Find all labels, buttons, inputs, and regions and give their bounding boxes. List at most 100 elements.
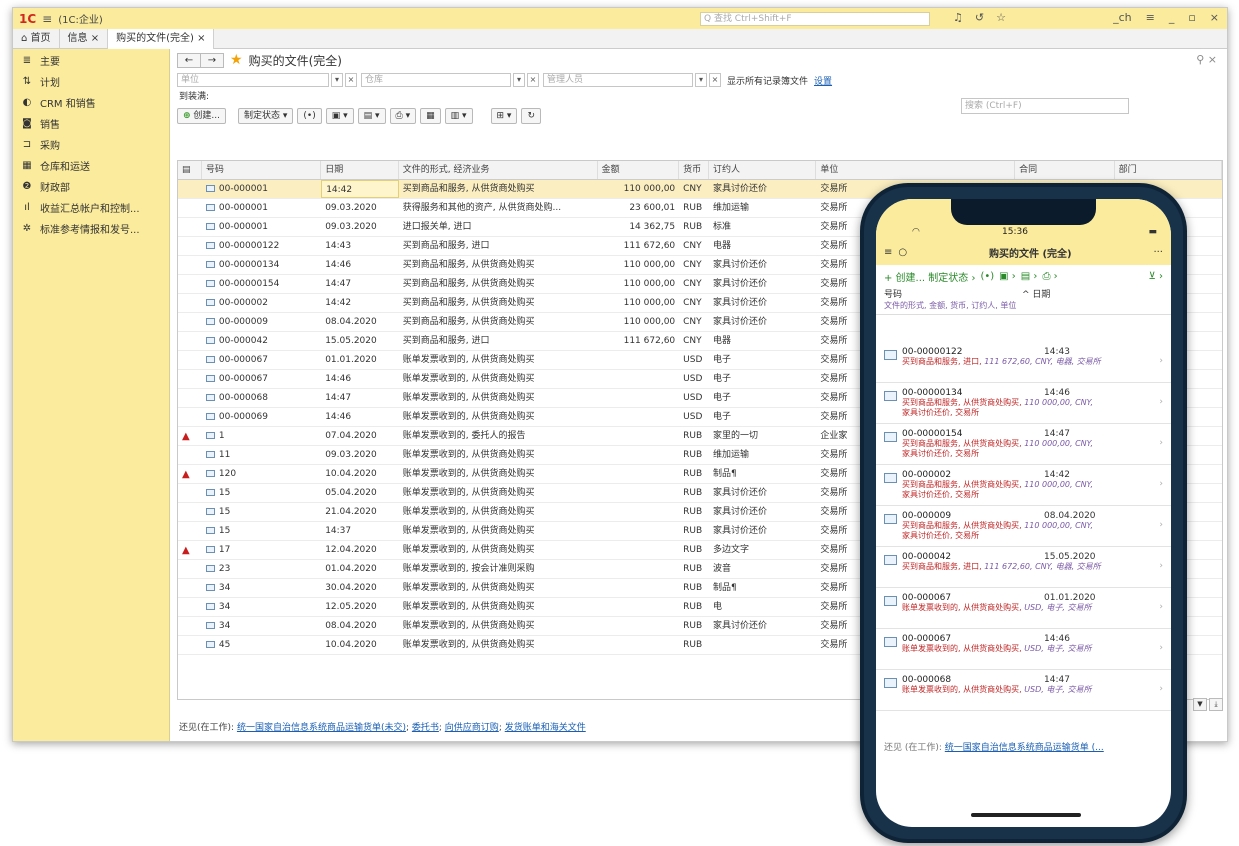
sidebar-item[interactable]: ✲ 标准参考情报和发号... [13,218,169,238]
sidebar-item[interactable]: ⊐ 采购 [13,134,169,154]
phone-see-also: 还见 (在工作): 统一国家自治信息系统商品运输货单 (... [884,740,1104,753]
phone-list-item[interactable]: 00-00000122 14:43 买到商品和服务, 进口, 111 672,60,… [876,342,1171,383]
phone-filter-icon[interactable]: ⊻ › [1149,271,1164,282]
sidebar: ≣ 主要 ⇅ 计划 ◐ CRM 和销售 ◙ 销售 ⊐ 采购 ▦ 仓库和运送 ❷ 财政部 ıl 收益汇总帐户和控… [13,49,170,741]
print-button[interactable]: ⎙ ▾ [389,108,417,124]
column-header[interactable]: 合同 [1015,161,1115,179]
sidebar-item-label: 仓库和运送 [40,161,90,173]
based-on-button[interactable]: ▣ ▾ [325,108,354,124]
phone-broadcast-icon[interactable]: (•) [980,271,994,282]
phone-search-icon[interactable]: ○ [898,247,907,258]
minimize-icon[interactable]: _ [1169,11,1175,24]
phone-doc-icon[interactable]: ▣ › [999,271,1016,282]
phone-menu-icon[interactable]: ≡ [884,247,892,258]
manager-dropdown-icon[interactable]: ▾ [695,73,707,87]
unit-filter[interactable]: 单位 [177,73,329,87]
tab-info[interactable]: 信息 × [60,28,109,49]
manager-filter[interactable]: 管理人员 [543,73,693,87]
sidebar-item[interactable]: ◐ CRM 和销售 [13,92,169,112]
forward-button[interactable]: → [200,52,224,68]
column-header[interactable]: 号码 [202,161,322,179]
phone-more-icon[interactable]: ··· [1153,247,1163,258]
phone-list-item[interactable]: 00-000068 14:47 账单发票收到的, 从供货商处购买, USD, 电子,… [876,670,1171,711]
maximize-icon[interactable]: ▫ [1188,11,1195,24]
supplier-order-link[interactable]: 向供应商订购 [445,723,499,733]
cell-form: 买到商品和服务, 从供货商处购买 [402,184,535,194]
tab-purchase-docs[interactable]: 购买的文件(完全) × [108,28,215,49]
sidebar-item[interactable]: ⇅ 计划 [13,71,169,91]
back-button[interactable]: ← [177,52,201,68]
cell-party: 家里的一切 [712,431,758,441]
document-icon [205,641,215,648]
home-indicator[interactable] [971,813,1081,817]
cell-currency: RUB [683,450,703,460]
phone-report-icon[interactable]: ▤ › [1021,271,1038,282]
phone-item-number: 00-000068 [902,675,952,685]
unit-clear-icon[interactable]: × [345,73,357,87]
cell-currency: CNY [683,298,702,308]
column-header[interactable]: 货币 [679,161,709,179]
invoice-customs-link[interactable]: 发货账单和海关文件 [505,723,586,733]
menu-icon[interactable]: ≡ [42,12,52,26]
refresh-button[interactable]: ↻ [521,108,541,124]
phone-list-item[interactable]: 00-00000134 14:46 买到商品和服务, 从供货商处购买, 110 00… [876,383,1171,424]
manager-clear-icon[interactable]: × [709,73,721,87]
phone-list-item[interactable]: 00-00000154 14:47 买到商品和服务, 从供货商处购买, 110 00… [876,424,1171,465]
status-button[interactable]: 制定状态 ▾ [238,108,294,124]
settings-icon[interactable]: ≡ [1146,11,1155,24]
report-button[interactable]: ▤ ▾ [357,108,386,124]
warehouse-clear-icon[interactable]: × [527,73,539,87]
document-icon [205,489,215,496]
column-header[interactable]: 金额 [598,161,680,179]
phone-list-item[interactable]: 00-000067 14:46 账单发票收到的, 从供货商处购买, USD, 电子,… [876,629,1171,670]
phone-list-item[interactable]: 00-000009 08.04.2020 买到商品和服务, 从供货商处购买, 110… [876,506,1171,547]
doc-button[interactable]: ▦ [420,108,441,124]
column-header[interactable]: 日期 [321,161,399,179]
ttn-link[interactable]: 统一国家自治信息系统商品运输货单(未交) [237,723,406,733]
phone-ttn-link[interactable]: 统一国家自治信息系统商品运输货单 (... [945,743,1104,753]
phone-create-button[interactable]: + 创建... 制定状态 › [884,269,975,284]
star-icon[interactable]: ☆ [996,11,1006,24]
close-icon[interactable]: × [1210,11,1219,24]
sidebar-item[interactable]: ≣ 主要 [13,50,169,70]
bell-icon[interactable]: ♫ [953,11,963,24]
create-button[interactable]: ⊕ 创建... [177,108,227,124]
unit-dropdown-icon[interactable]: ▾ [331,73,343,87]
tab-home[interactable]: ⌂ 首页 [13,28,60,49]
cell-form: 账单发票收到的, 从供货商处购买 [402,621,535,631]
sidebar-item[interactable]: ▦ 仓库和运送 [13,155,169,175]
broadcast-button[interactable]: (•) [297,108,322,124]
scroll-end-icon[interactable]: ⤓ [1209,698,1223,711]
column-header[interactable]: 单位 [816,161,1016,179]
power-of-attorney-link[interactable]: 委托书 [412,723,439,733]
sidebar-item[interactable]: ◙ 销售 [13,113,169,133]
phone-list-item[interactable]: 00-000002 14:42 买到商品和服务, 从供货商处购买, 110 000,… [876,465,1171,506]
warehouse-dropdown-icon[interactable]: ▾ [513,73,525,87]
column-header[interactable]: 订约人 [709,161,817,179]
cell-currency: CNY [683,260,702,270]
link-icon[interactable]: ⚲ × [1196,53,1217,66]
list-search[interactable]: 搜索 (Ctrl+F) [961,98,1129,114]
cell-date: 09.03.2020 [325,450,377,460]
history-icon[interactable]: ↺ [975,11,984,24]
header-icon-col[interactable]: ▤ [178,161,202,179]
table-button[interactable]: ⊞ ▾ [490,108,518,124]
document-icon [884,555,897,565]
warning-icon [178,503,202,521]
favorite-star-icon[interactable]: ★ [230,52,243,68]
cell-amount [598,579,680,597]
sidebar-item[interactable]: ❷ 财政部 [13,176,169,196]
user-label[interactable]: _ch [1113,11,1132,24]
settings-link[interactable]: 设置 [814,74,832,87]
sidebar-item-label: CRM 和销售 [40,98,96,110]
attach-button[interactable]: ▥ ▾ [444,108,473,124]
global-search[interactable]: Q 查找 Ctrl+Shift+F [700,12,930,26]
column-header[interactable]: 文件的形式, 经济业务 [399,161,598,179]
phone-list-item[interactable]: 00-000067 01.01.2020 账单发票收到的, 从供货商处购买, USD… [876,588,1171,629]
sidebar-item[interactable]: ıl 收益汇总帐户和控制... [13,197,169,217]
scroll-down-icon[interactable]: ▼ [1193,698,1207,711]
warehouse-filter[interactable]: 仓库 [361,73,511,87]
phone-list-item[interactable]: 00-000042 15.05.2020 买到商品和服务, 进口, 111 672,… [876,547,1171,588]
phone-print-icon[interactable]: ⎙ › [1042,271,1057,282]
column-header[interactable]: 部门 [1115,161,1222,179]
